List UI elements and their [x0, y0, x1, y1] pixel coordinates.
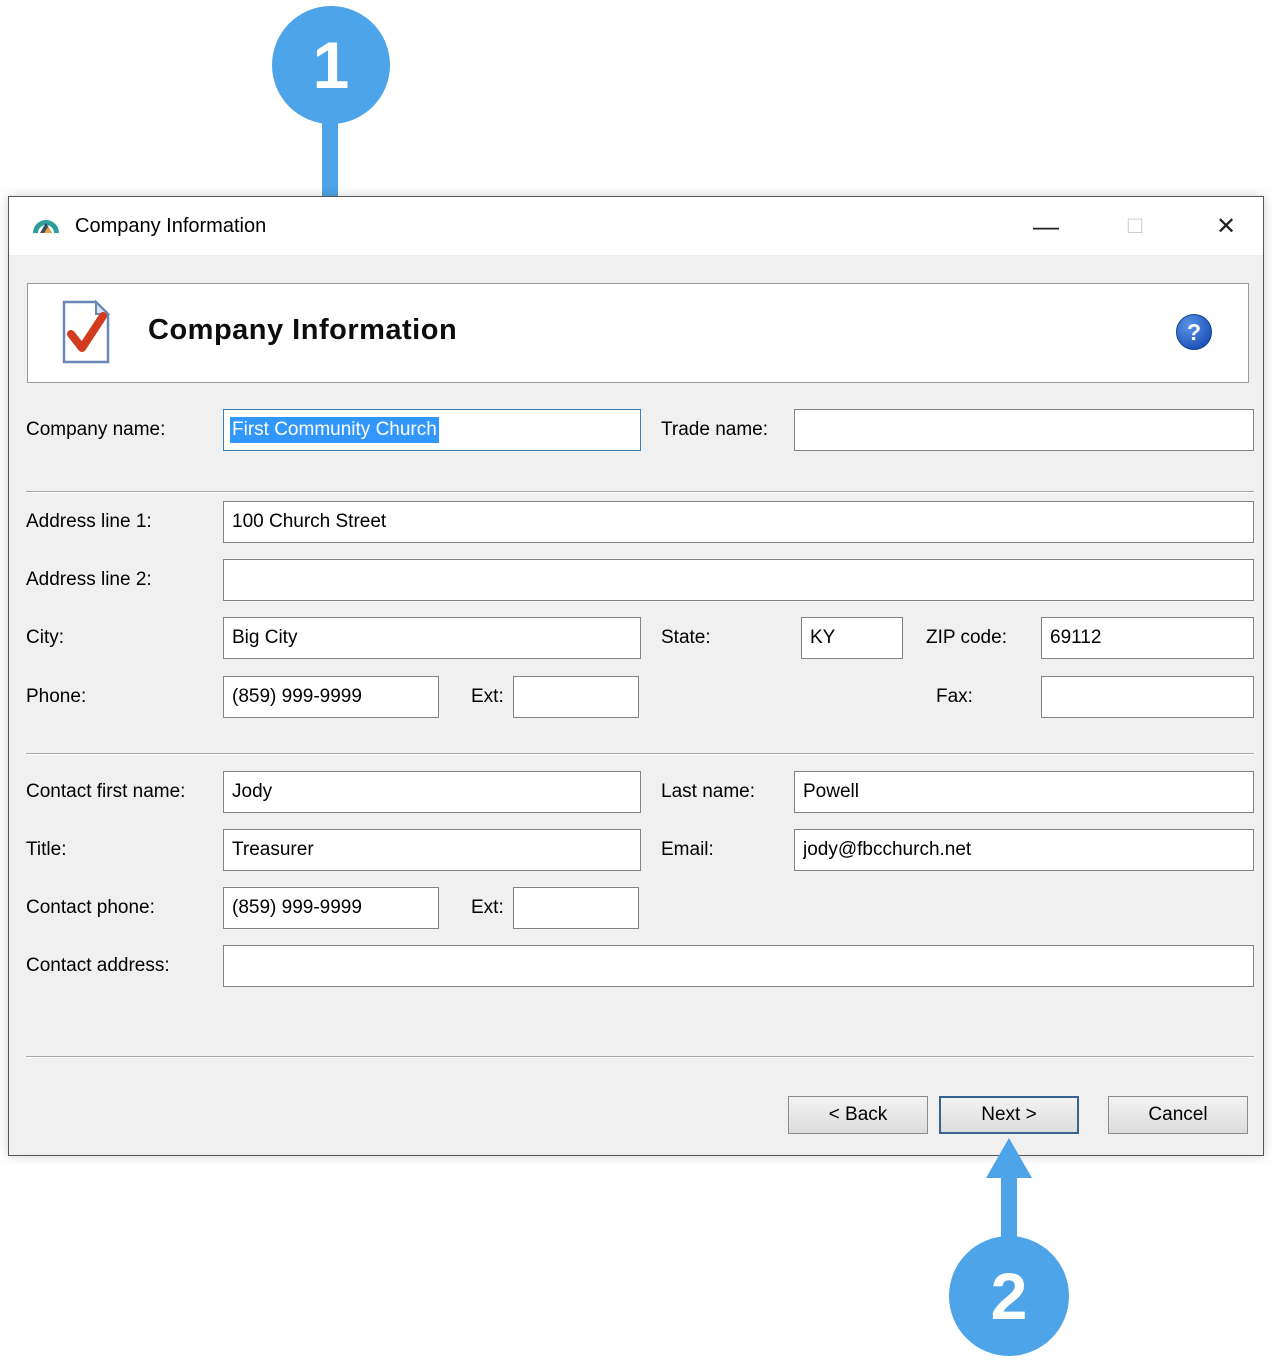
last-name-input[interactable]: [794, 771, 1254, 813]
address-line-2-label: Address line 2:: [26, 569, 152, 591]
titlebar: Company Information — □ ✕: [9, 197, 1263, 255]
email-input[interactable]: [794, 829, 1254, 871]
contact-first-name-label: Contact first name:: [26, 781, 185, 803]
state-input[interactable]: [801, 617, 903, 659]
step-2-callout: 2: [949, 1236, 1069, 1356]
address-line-1-label: Address line 1:: [26, 511, 152, 533]
page-title: Company Information: [148, 314, 457, 347]
window-title: Company Information: [75, 215, 266, 238]
company-name-label: Company name:: [26, 419, 165, 441]
city-label: City:: [26, 627, 64, 649]
divider: [26, 753, 1254, 755]
cancel-button[interactable]: Cancel: [1108, 1096, 1248, 1134]
fax-label: Fax:: [936, 686, 973, 708]
contact-phone-label: Contact phone:: [26, 897, 155, 919]
step-1-callout: 1: [272, 6, 390, 124]
contact-address-label: Contact address:: [26, 955, 170, 977]
maximize-button[interactable]: □: [1104, 197, 1166, 255]
header-panel: Company Information ?: [27, 283, 1249, 383]
phone-ext-input[interactable]: [513, 676, 639, 718]
divider: [26, 491, 1254, 493]
contact-address-input[interactable]: [223, 945, 1254, 987]
trade-name-label: Trade name:: [661, 419, 768, 441]
fax-input[interactable]: [1041, 676, 1254, 718]
app-logo-icon: [31, 211, 61, 241]
close-button[interactable]: ✕: [1195, 197, 1257, 255]
contact-phone-input[interactable]: [223, 887, 439, 929]
phone-label: Phone:: [26, 686, 86, 708]
address-line-1-input[interactable]: [223, 501, 1254, 543]
phone-input[interactable]: [223, 676, 439, 718]
last-name-label: Last name:: [661, 781, 755, 803]
back-button[interactable]: < Back: [788, 1096, 928, 1134]
help-icon[interactable]: ?: [1176, 314, 1212, 350]
title-input[interactable]: [223, 829, 641, 871]
zip-code-input[interactable]: [1041, 617, 1254, 659]
trade-name-input[interactable]: [794, 409, 1254, 451]
contact-ext-input[interactable]: [513, 887, 639, 929]
divider: [26, 1056, 1254, 1058]
minimize-button[interactable]: —: [1015, 197, 1077, 255]
city-input[interactable]: [223, 617, 641, 659]
document-check-icon: [58, 300, 114, 366]
next-button[interactable]: Next >: [939, 1096, 1079, 1134]
contact-first-name-input[interactable]: [223, 771, 641, 813]
step-2-arrow-head-icon: [986, 1138, 1032, 1178]
company-information-dialog: Company Information — □ ✕ Company Inform…: [8, 196, 1264, 1156]
address-line-2-input[interactable]: [223, 559, 1254, 601]
state-label: State:: [661, 627, 711, 649]
step-2-arrow-line: [1001, 1176, 1017, 1240]
company-name-input[interactable]: First Community Church: [223, 409, 641, 451]
title-label: Title:: [26, 839, 66, 861]
company-name-selected-text: First Community Church: [230, 417, 439, 443]
phone-ext-label: Ext:: [471, 686, 504, 708]
contact-ext-label: Ext:: [471, 897, 504, 919]
email-label: Email:: [661, 839, 714, 861]
zip-code-label: ZIP code:: [926, 627, 1007, 649]
